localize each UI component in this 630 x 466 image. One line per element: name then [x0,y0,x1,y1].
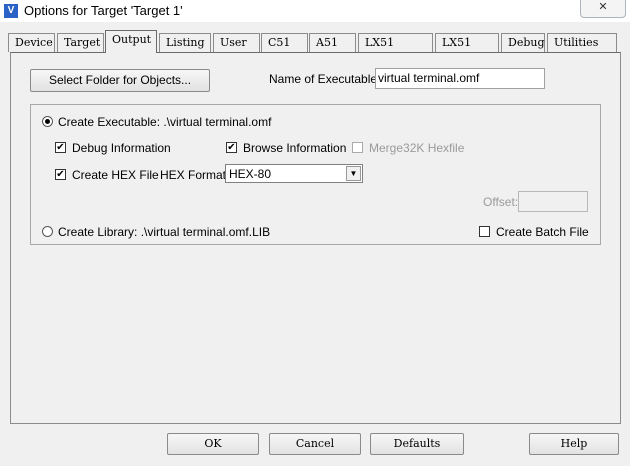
tab-c51[interactable]: C51 [261,33,308,52]
radio-dot [45,119,50,124]
debug-information-checkbox[interactable]: ✔ [55,142,66,153]
tab-debug[interactable]: Debug [501,33,545,52]
chevron-down-icon[interactable]: ▼ [346,166,361,181]
create-executable-radio[interactable] [42,116,53,127]
close-icon[interactable]: ✕ [580,0,626,18]
tab-utilities[interactable]: Utilities [547,33,617,52]
defaults-button[interactable]: Defaults [370,433,464,455]
create-batch-file-checkbox[interactable] [479,226,490,237]
create-batch-file-label: Create Batch File [496,225,589,239]
create-hex-file-checkbox[interactable]: ✔ [55,169,66,180]
tab-output[interactable]: Output [105,30,157,53]
tab-a51[interactable]: A51 [309,33,356,52]
keil-app-icon: V [4,4,18,18]
merge32k-hexfile-checkbox [352,142,363,153]
tab-target[interactable]: Target [57,33,104,52]
create-library-radio[interactable] [42,226,53,237]
hex-format-label: HEX Format: [160,168,230,182]
tab-device[interactable]: Device [8,33,55,52]
create-executable-label: Create Executable: .\virtual terminal.om… [58,115,272,129]
hex-format-value: HEX-80 [229,167,272,181]
ok-button[interactable]: OK [167,433,259,455]
tab-strip: Device Target Output Listing User C51 A5… [8,30,622,67]
help-button[interactable]: Help [529,433,619,455]
tab-user[interactable]: User [213,33,260,52]
tab-lx51-locate[interactable]: LX51 Locate [358,33,433,67]
hex-format-select[interactable]: HEX-80 ▼ [225,164,363,183]
debug-information-label: Debug Information [72,141,171,155]
cancel-button[interactable]: Cancel [269,433,361,455]
create-library-label: Create Library: .\virtual terminal.omf.L… [58,225,271,239]
create-hex-file-label: Create HEX File [72,168,159,182]
name-of-executable-label: Name of Executable: [269,72,381,86]
offset-label: Offset: [483,195,519,209]
title-bar: V Options for Target 'Target 1' ✕ [0,0,630,22]
select-folder-button[interactable]: Select Folder for Objects... [30,69,210,92]
browse-information-checkbox[interactable]: ✔ [226,142,237,153]
browse-information-label: Browse Information [243,141,347,155]
tab-listing[interactable]: Listing [159,33,211,52]
tab-lx51-misc[interactable]: LX51 Misc [435,33,499,67]
window-title: Options for Target 'Target 1' [24,3,183,18]
merge32k-hexfile-label: Merge32K Hexfile [369,141,465,155]
executable-name-input[interactable]: virtual terminal.omf [375,68,545,89]
offset-input [518,191,588,212]
